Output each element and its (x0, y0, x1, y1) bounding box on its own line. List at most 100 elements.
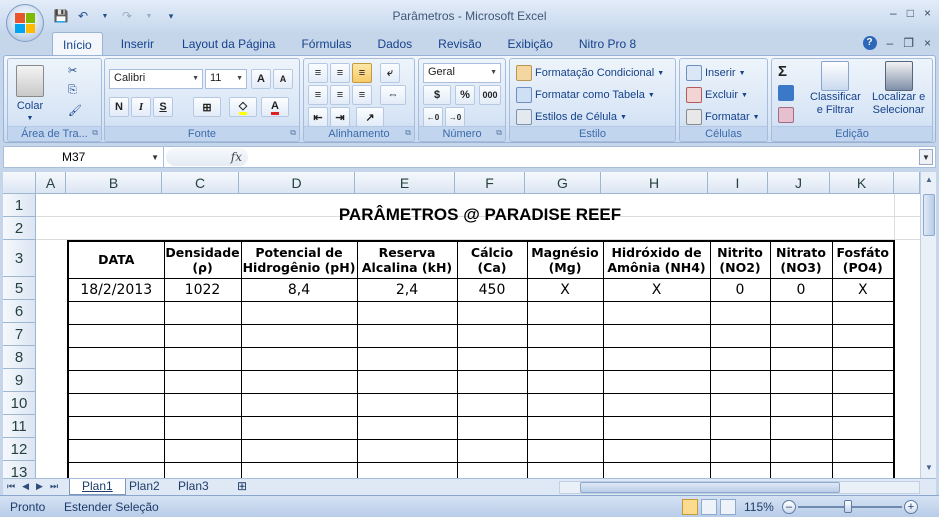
normal-view-icon[interactable] (682, 499, 698, 515)
alignment-launcher-icon[interactable]: ⧉ (405, 128, 411, 138)
column-header-l[interactable] (894, 172, 920, 194)
align-middle-icon[interactable]: ≡ (330, 63, 350, 83)
zoom-out-icon[interactable]: – (782, 500, 796, 514)
horizontal-scroll-thumb[interactable] (580, 482, 840, 493)
tab-dados[interactable]: Dados (367, 32, 422, 56)
cell-data[interactable]: 18/2/2013 (67, 277, 165, 302)
fill-color-button[interactable]: ◇ (229, 97, 257, 117)
align-right-icon[interactable]: ≡ (352, 85, 372, 105)
header-amonia[interactable]: Hidróxido de Amônia (NH4) (602, 240, 711, 279)
row-header-3[interactable]: 3 (3, 240, 36, 277)
grow-font-icon[interactable]: A (251, 69, 271, 89)
number-launcher-icon[interactable]: ⧉ (496, 128, 502, 138)
ribbon-close-button[interactable]: × (924, 36, 931, 50)
tab-nitro[interactable]: Nitro Pro 8 (569, 32, 646, 56)
borders-button[interactable]: ⊞ (193, 97, 221, 117)
column-header-k[interactable]: K (830, 172, 894, 194)
font-launcher-icon[interactable]: ⧉ (290, 128, 296, 138)
font-name-combo[interactable]: Calibri ▼ (109, 69, 203, 89)
decrease-indent-icon[interactable]: ⇤ (308, 107, 328, 127)
align-center-icon[interactable]: ≡ (330, 85, 350, 105)
number-format-combo[interactable]: Geral ▼ (423, 63, 501, 83)
increase-decimal-icon[interactable]: ←0 (423, 107, 443, 127)
header-fosfato[interactable]: Fosfáto (PO4) (831, 240, 895, 279)
row-header-2[interactable]: 2 (3, 217, 36, 240)
clear-icon[interactable] (778, 107, 794, 123)
font-color-button[interactable]: A (261, 97, 289, 117)
select-all-corner[interactable] (3, 172, 36, 194)
delete-cells-button[interactable]: Excluir ▼ (686, 87, 748, 103)
help-icon[interactable]: ? (862, 36, 877, 50)
cell-nitrato[interactable]: 0 (769, 277, 833, 302)
first-sheet-icon[interactable]: ⏮ (7, 481, 15, 492)
column-header-e[interactable]: E (355, 172, 455, 194)
clipboard-launcher-icon[interactable]: ⧉ (92, 128, 98, 138)
cell-amonia[interactable]: X (602, 277, 711, 302)
underline-button[interactable]: S (153, 97, 173, 117)
row-header-12[interactable]: 12 (3, 438, 36, 461)
header-data[interactable]: DATA (67, 240, 165, 279)
cell-kh[interactable]: 2,4 (356, 277, 458, 302)
insert-sheet-icon[interactable]: ⊞ (225, 479, 259, 495)
vertical-scrollbar[interactable]: ▲ ▼ (920, 172, 936, 478)
page-layout-view-icon[interactable] (701, 499, 717, 515)
format-cells-button[interactable]: Formatar ▼ (686, 109, 760, 125)
maximize-button[interactable]: □ (907, 6, 914, 20)
zoom-in-icon[interactable]: + (904, 500, 918, 514)
tab-inserir[interactable]: Inserir (111, 32, 164, 56)
page-break-view-icon[interactable] (720, 499, 736, 515)
thousands-button[interactable]: 000 (479, 85, 501, 105)
row-header-7[interactable]: 7 (3, 323, 36, 346)
font-size-combo[interactable]: 11 ▼ (205, 69, 247, 89)
italic-button[interactable]: I (131, 97, 151, 117)
autosum-icon[interactable]: Σ (778, 63, 787, 80)
last-sheet-icon[interactable]: ⏭ (50, 481, 58, 492)
header-calcio[interactable]: Cálcio (Ca) (456, 240, 528, 279)
column-header-j[interactable]: J (768, 172, 830, 194)
header-densidade[interactable]: Densidade (ρ) (163, 240, 242, 279)
row-header-6[interactable]: 6 (3, 300, 36, 323)
find-select-button[interactable]: Localizar e Selecionar (872, 61, 925, 117)
formula-input[interactable] (250, 148, 920, 166)
ribbon-minimize-button[interactable]: – (887, 36, 894, 50)
align-left-icon[interactable]: ≡ (308, 85, 328, 105)
conditional-formatting-button[interactable]: Formatação Condicional ▼ (516, 65, 664, 81)
scroll-down-icon[interactable]: ▼ (923, 463, 935, 475)
row-header-9[interactable]: 9 (3, 369, 36, 392)
row-header-8[interactable]: 8 (3, 346, 36, 369)
column-header-g[interactable]: G (525, 172, 601, 194)
next-sheet-icon[interactable]: ▶ (36, 481, 43, 492)
close-button[interactable]: × (924, 6, 931, 20)
ribbon-restore-button[interactable]: ❐ (903, 36, 914, 50)
insert-function-button[interactable]: fx (166, 148, 248, 166)
paste-button[interactable]: Colar ▼ (16, 65, 44, 122)
row-header-5[interactable]: 5 (3, 277, 36, 300)
column-header-d[interactable]: D (239, 172, 355, 194)
column-header-h[interactable]: H (601, 172, 708, 194)
row-header-1[interactable]: 1 (3, 194, 36, 217)
sheet-tab-plan2[interactable]: Plan2 (117, 479, 172, 495)
fill-icon[interactable] (778, 85, 794, 101)
vertical-scroll-thumb[interactable] (923, 194, 935, 236)
expand-formula-bar-icon[interactable]: ▼ (919, 149, 933, 165)
orientation-icon[interactable]: ↗ (356, 107, 384, 127)
format-painter-button[interactable]: 🖌 (68, 104, 82, 117)
header-nitrito[interactable]: Nitrito (NO2) (709, 240, 771, 279)
scroll-up-icon[interactable]: ▲ (923, 175, 935, 187)
column-header-f[interactable]: F (455, 172, 525, 194)
cell-fosfato[interactable]: X (831, 277, 895, 302)
shrink-font-icon[interactable]: A (273, 69, 293, 89)
office-button[interactable] (6, 4, 44, 42)
worksheet-grid[interactable]: A B C D E F G H I J K 1 2 3 5 6 7 8 9 10… (3, 172, 920, 478)
percent-button[interactable]: % (455, 85, 475, 105)
header-nitrato[interactable]: Nitrato (NO3) (769, 240, 833, 279)
prev-sheet-icon[interactable]: ◀ (22, 481, 29, 492)
zoom-slider-knob[interactable] (844, 500, 852, 513)
row-header-11[interactable]: 11 (3, 415, 36, 438)
align-bottom-icon[interactable]: ≡ (352, 63, 372, 83)
row-header-10[interactable]: 10 (3, 392, 36, 415)
cell-nitrito[interactable]: 0 (709, 277, 771, 302)
wrap-text-icon[interactable]: ⤶ (380, 63, 400, 83)
align-top-icon[interactable]: ≡ (308, 63, 328, 83)
sheet-tab-plan3[interactable]: Plan3 (166, 479, 221, 495)
